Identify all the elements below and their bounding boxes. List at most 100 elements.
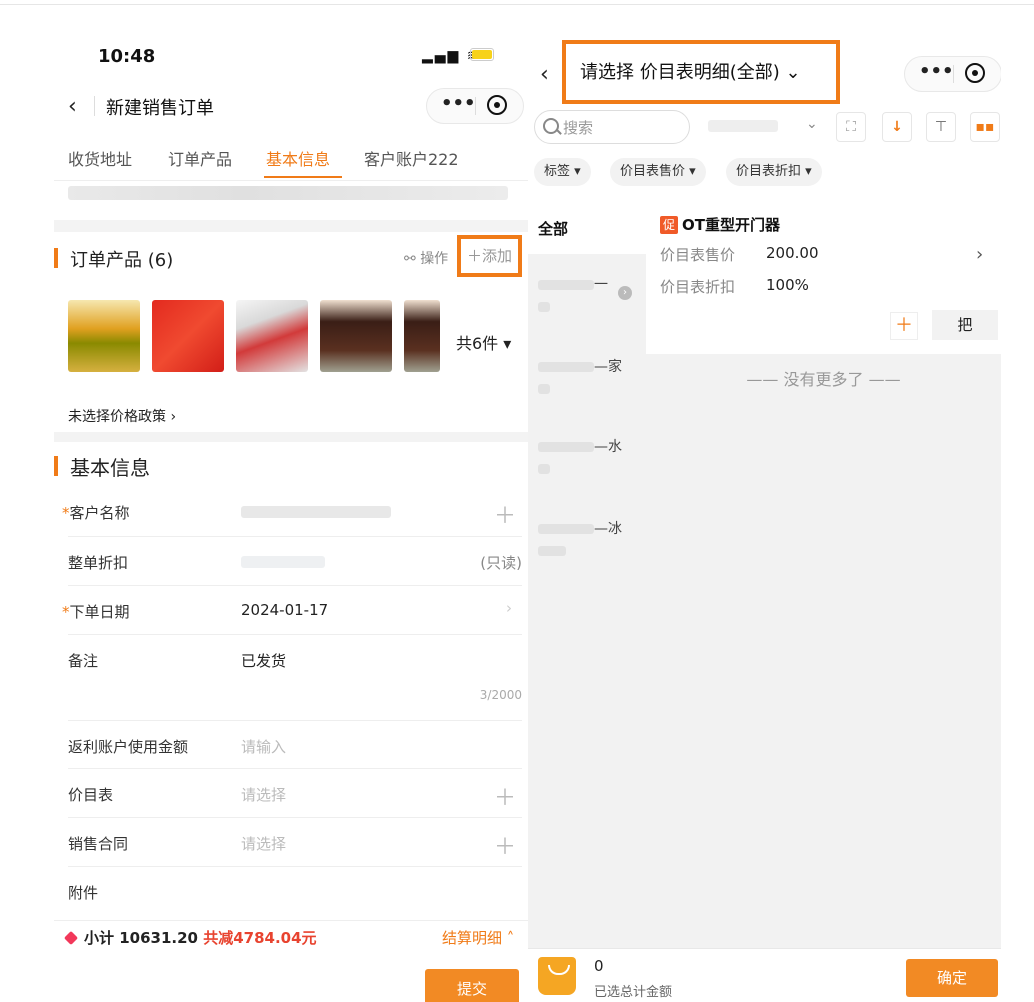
price-policy-link[interactable]: 未选择价格政策 › (68, 406, 176, 426)
product-name: OT重型开门器 (682, 216, 780, 234)
close-miniapp-icon[interactable] (487, 95, 507, 115)
product-image-soy-sauce[interactable] (320, 300, 392, 372)
contract-select[interactable]: 请选择 (241, 833, 286, 854)
top-divider (0, 4, 1034, 5)
discount-value: 100% (766, 276, 809, 294)
price-value: 200.00 (766, 244, 819, 262)
category-all[interactable]: 全部 (528, 198, 646, 254)
field-price-list[interactable]: 价目表 请选择 ＋ (68, 768, 522, 818)
readonly-label: (只读) (480, 554, 522, 572)
nav-bar: ‹ 新建销售订单 ••• (54, 80, 528, 132)
section-marker (54, 248, 58, 268)
plus-icon: ＋ (466, 247, 482, 265)
settlement-detail-toggle[interactable]: 结算明细 ˄ (442, 927, 514, 948)
expand-badge-icon[interactable]: › (618, 286, 632, 300)
field-customer-name[interactable]: *客户名称 ＋ (62, 488, 522, 537)
pricelist-select[interactable]: 请选择 (241, 784, 286, 805)
sort-down-icon[interactable]: ↓ (882, 112, 912, 142)
category-item[interactable]: —家 (538, 356, 622, 394)
category-sidebar: 全部 一 › —家 —水 —冰 (528, 198, 646, 948)
back-icon[interactable]: ‹ (68, 94, 77, 119)
add-product-button[interactable]: ＋添加 (457, 235, 522, 277)
caret-down-icon: ▾ (689, 164, 696, 179)
product-image-milk-box[interactable] (152, 300, 224, 372)
picker-header: ‹ 请选择 价目表明细(全部) ⌄ ••• 搜索 ⌄ ⛶ ↓ ⊤ ▪▪ 标签 ▾… (528, 30, 1001, 198)
filter-icon[interactable]: ⊤ (926, 112, 956, 142)
field-label: 整单折扣 (68, 554, 129, 572)
field-rebate-amount[interactable]: 返利账户使用金额 请输入 (68, 720, 522, 769)
rebate-input[interactable]: 请输入 (241, 736, 286, 757)
field-order-date[interactable]: *下单日期 2024-01-17 › (62, 585, 522, 635)
price-label: 价目表售价 (660, 246, 736, 264)
title-dropdown[interactable]: 请选择 价目表明细(全部) ⌄ (562, 40, 840, 104)
product-image-honey-tea[interactable] (68, 300, 140, 372)
category-name-redacted (538, 442, 594, 452)
filter-chip-price[interactable]: 价目表售价 ▾ (610, 158, 706, 186)
select-price-list-screen: ‹ 请选择 价目表明细(全部) ⌄ ••• 搜索 ⌄ ⛶ ↓ ⊤ ▪▪ 标签 ▾… (528, 30, 1001, 1002)
no-more-text: —— 没有更多了 —— (746, 370, 901, 389)
category-name-redacted (538, 384, 550, 394)
add-icon[interactable]: ＋ (494, 498, 516, 530)
field-label: *客户名称 (62, 504, 130, 522)
promo-badge: 促 (660, 216, 678, 234)
field-attachment[interactable]: 附件 (68, 866, 522, 918)
tab-order-products[interactable]: 订单产品 (168, 146, 232, 170)
add-icon[interactable]: ＋ (494, 780, 516, 812)
unit-select-button[interactable]: 把 (932, 310, 998, 340)
search-placeholder: 搜索 (563, 119, 594, 137)
filter-chip-tag[interactable]: 标签 ▾ (534, 158, 591, 186)
category-name-redacted (538, 280, 594, 290)
product-count-toggle[interactable]: 共6件 ▾ (456, 330, 511, 354)
shopping-bag-icon[interactable] (538, 957, 576, 995)
chevron-right-icon[interactable]: › (976, 244, 983, 265)
add-icon[interactable]: ＋ (494, 829, 516, 861)
search-input[interactable]: 搜索 (534, 110, 690, 144)
submit-button[interactable]: 提交 (425, 969, 519, 1002)
caret-down-icon: ▾ (574, 164, 581, 179)
new-sales-order-screen: 10:48 ▂▄▆ ≋ ‹ 新建销售订单 ••• 收货地址 订单产品 基本信息 … (54, 30, 528, 1002)
selected-amount-label: 已选总计金额 (594, 985, 673, 1000)
required-mark: * (62, 504, 70, 522)
miniapp-capsule: ••• (904, 56, 1001, 92)
section-marker (54, 456, 58, 476)
capsule-divider (953, 65, 954, 83)
category-item[interactable]: 一 (538, 274, 608, 312)
nav-divider (94, 96, 95, 116)
scope-select-redacted[interactable] (708, 120, 778, 132)
tab-basic-info[interactable]: 基本信息 (266, 146, 330, 170)
chevron-down-icon[interactable]: ⌄ (806, 116, 818, 132)
category-item[interactable]: —冰 (538, 518, 622, 556)
field-label: 销售合同 (68, 835, 129, 853)
add-to-cart-button[interactable]: ＋ (890, 312, 918, 340)
product-count: 共6件 (456, 334, 499, 353)
active-tab-indicator (264, 176, 342, 178)
back-icon[interactable]: ‹ (540, 62, 549, 87)
basic-info-title: 基本信息 (70, 456, 150, 480)
product-card[interactable]: 促 OT重型开门器 价目表售价 200.00 价目表折扣 100% › ＋ 把 (646, 198, 1001, 354)
note-char-counter: 3/2000 (479, 688, 522, 702)
category-name-redacted (538, 546, 566, 556)
tab-customer-account[interactable]: 客户账户222 (364, 146, 459, 170)
miniapp-capsule: ••• (426, 88, 524, 124)
product-image-shoes[interactable] (236, 300, 308, 372)
picker-title: 请选择 价目表明细(全部) ⌄ (580, 62, 801, 83)
chevron-down-icon: ⌄ (785, 62, 801, 83)
note-value[interactable]: 已发货 (241, 650, 286, 671)
confirm-button[interactable]: 确定 (906, 959, 998, 997)
grid-view-icon[interactable]: ▪▪ (970, 112, 1000, 142)
more-icon[interactable]: ••• (441, 93, 476, 114)
filter-chip-discount[interactable]: 价目表折扣 ▾ (726, 158, 822, 186)
more-icon[interactable]: ••• (919, 61, 954, 82)
field-label: 备注 (68, 652, 99, 670)
category-all-label: 全部 (538, 220, 569, 238)
field-sales-contract[interactable]: 销售合同 请选择 ＋ (68, 817, 522, 867)
close-miniapp-icon[interactable] (965, 63, 985, 83)
field-note[interactable]: 备注 已发货 3/2000 (68, 634, 522, 721)
status-bar: 10:48 ▂▄▆ ≋ (54, 30, 528, 80)
scan-icon[interactable]: ⛶ (836, 112, 866, 142)
discount-total: 共减4784.04元 (203, 929, 317, 947)
operate-button[interactable]: ⚯ 操作 (404, 248, 448, 268)
tab-shipping-address[interactable]: 收货地址 (68, 146, 132, 170)
product-image-partial[interactable] (404, 300, 440, 372)
category-item[interactable]: —水 (538, 436, 622, 474)
